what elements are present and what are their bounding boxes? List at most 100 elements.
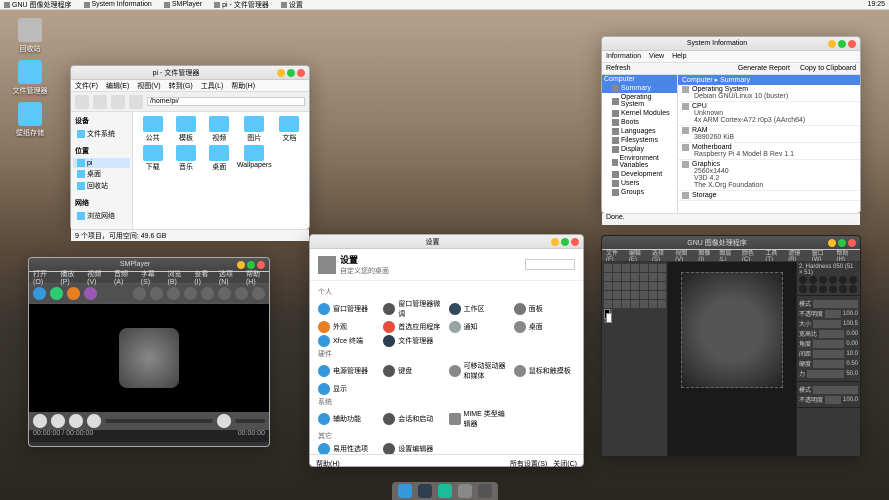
settings-search-input[interactable] — [525, 259, 575, 270]
file-desktop[interactable]: 桌面 — [204, 145, 235, 172]
item-accessibility[interactable]: 辅助功能 — [318, 409, 379, 429]
brush-preset[interactable] — [799, 276, 807, 284]
next-button[interactable] — [201, 287, 214, 300]
scale-tool[interactable] — [604, 282, 612, 290]
generate-report-button[interactable]: Generate Report — [738, 65, 790, 72]
smudge-tool[interactable] — [640, 300, 648, 308]
sb-filesystem[interactable]: 文件系统 — [73, 128, 130, 140]
file-videos[interactable]: 视频 — [204, 116, 235, 143]
tb-app-1[interactable]: GNU 图像处理程序 — [4, 0, 72, 10]
rect-select-tool[interactable] — [613, 264, 621, 272]
desktop-icon-wallpapers[interactable]: 壁纸存储 — [6, 102, 54, 138]
rewind-button[interactable] — [150, 287, 163, 300]
force-slider[interactable] — [807, 370, 844, 378]
video-area[interactable] — [29, 304, 269, 412]
st-titlebar[interactable]: 设置 — [310, 235, 583, 249]
menu-file[interactable]: 文件(F) — [75, 81, 98, 91]
item-mime[interactable]: MIME 类型编辑器 — [449, 409, 510, 429]
hardness-slider[interactable] — [813, 360, 844, 368]
volume-slider[interactable] — [235, 419, 265, 423]
open-file-button[interactable] — [33, 287, 46, 300]
blur-tool[interactable] — [631, 300, 639, 308]
forward-button[interactable] — [93, 95, 107, 109]
forward-button[interactable] — [184, 287, 197, 300]
menu-edit[interactable]: 编辑(E) — [629, 250, 648, 262]
fullscreen-button[interactable] — [87, 414, 101, 428]
tb-app-2[interactable]: System Information — [84, 1, 152, 8]
scissors-tool[interactable] — [658, 264, 666, 272]
menu-layer[interactable]: 图层(L) — [719, 250, 738, 262]
tb-app-3[interactable]: SMPlayer — [164, 1, 202, 8]
prev-button[interactable] — [133, 287, 146, 300]
maximize-button[interactable] — [247, 261, 255, 269]
menu-filters[interactable]: 滤镜(R) — [788, 250, 808, 262]
item-notify[interactable]: 通知 — [449, 321, 510, 333]
item-mouse[interactable]: 鼠标和触摸板 — [514, 361, 575, 381]
help-button[interactable]: 帮助(H) — [316, 459, 340, 469]
maximize-button[interactable] — [561, 238, 569, 246]
stop-button[interactable] — [69, 414, 83, 428]
minimize-button[interactable] — [828, 239, 836, 247]
play-button[interactable] — [33, 414, 47, 428]
open-dir-button[interactable] — [67, 287, 80, 300]
menu-play[interactable]: 播放(P) — [60, 269, 79, 286]
si-titlebar[interactable]: System Information — [602, 37, 860, 51]
brush-preset[interactable] — [809, 276, 817, 284]
move-tool[interactable] — [604, 264, 612, 272]
menu-tools[interactable]: 工具(L) — [201, 81, 224, 91]
refresh-button[interactable]: Refresh — [606, 65, 631, 72]
dock-filemanager[interactable] — [398, 484, 412, 498]
foreground-select-tool[interactable] — [604, 273, 612, 281]
fm-titlebar[interactable]: pi - 文件管理器 — [71, 66, 309, 80]
maximize-button[interactable] — [287, 69, 295, 77]
paintbrush-tool[interactable] — [631, 291, 639, 299]
file-templates[interactable]: 模板 — [170, 116, 201, 143]
mode-select[interactable] — [813, 300, 858, 308]
tree-groups[interactable]: Groups — [602, 188, 677, 197]
menu-information[interactable]: Information — [606, 53, 641, 60]
menu-select[interactable]: 选择(S) — [652, 250, 671, 262]
bg-color[interactable] — [606, 313, 612, 323]
item-display[interactable]: 显示 — [318, 383, 379, 395]
size-slider[interactable] — [813, 320, 841, 328]
menu-options[interactable]: 选项(N) — [219, 269, 238, 286]
dock-terminal[interactable] — [418, 484, 432, 498]
text-tool[interactable] — [658, 282, 666, 290]
screenshot-button[interactable] — [235, 287, 248, 300]
brush-preset[interactable] — [839, 285, 847, 293]
menu-browse[interactable]: 浏览(B) — [168, 269, 187, 286]
tree-os[interactable]: Operating System — [602, 93, 677, 109]
ellipse-select-tool[interactable] — [622, 264, 630, 272]
sb-trash[interactable]: 回收站 — [73, 180, 130, 192]
tb-app-4[interactable]: pi - 文件管理器 — [214, 0, 269, 10]
layermode-select[interactable] — [813, 386, 858, 394]
item-preferred[interactable]: 首选应用程序 — [383, 321, 444, 333]
brush-preset[interactable] — [819, 285, 827, 293]
minimize-button[interactable] — [237, 261, 245, 269]
up-button[interactable] — [111, 95, 125, 109]
color-picker-tool[interactable] — [622, 273, 630, 281]
mute-button[interactable] — [217, 414, 231, 428]
mypaint-tool[interactable] — [658, 300, 666, 308]
item-easyaccess[interactable]: 易用性选项 — [318, 443, 379, 454]
fuzzy-select-tool[interactable] — [640, 264, 648, 272]
paths-tool[interactable] — [613, 273, 621, 281]
gp-canvas[interactable] — [668, 262, 796, 456]
ratio-slider[interactable] — [819, 330, 844, 338]
gp-titlebar[interactable]: GNU 图像处理程序 — [602, 236, 860, 250]
file-music[interactable]: 音乐 — [170, 145, 201, 172]
menu-windows[interactable]: 窗口(W) — [812, 250, 833, 262]
menu-subtitle[interactable]: 字幕(S) — [141, 269, 160, 286]
item-fileman[interactable]: 桌面 — [514, 321, 575, 333]
back-button[interactable] — [75, 95, 89, 109]
menu-tools[interactable]: 工具(T) — [765, 250, 784, 262]
color-swatch[interactable] — [604, 309, 612, 323]
brush-preset[interactable] — [799, 285, 807, 293]
record-button[interactable] — [218, 287, 231, 300]
close-button[interactable] — [297, 69, 305, 77]
menu-view[interactable]: 查看(I) — [194, 269, 211, 286]
brush-preset[interactable] — [849, 276, 857, 284]
warp-tool[interactable] — [649, 282, 657, 290]
menu-view[interactable]: View — [649, 53, 664, 60]
menu-video[interactable]: 视频(V) — [87, 269, 106, 286]
